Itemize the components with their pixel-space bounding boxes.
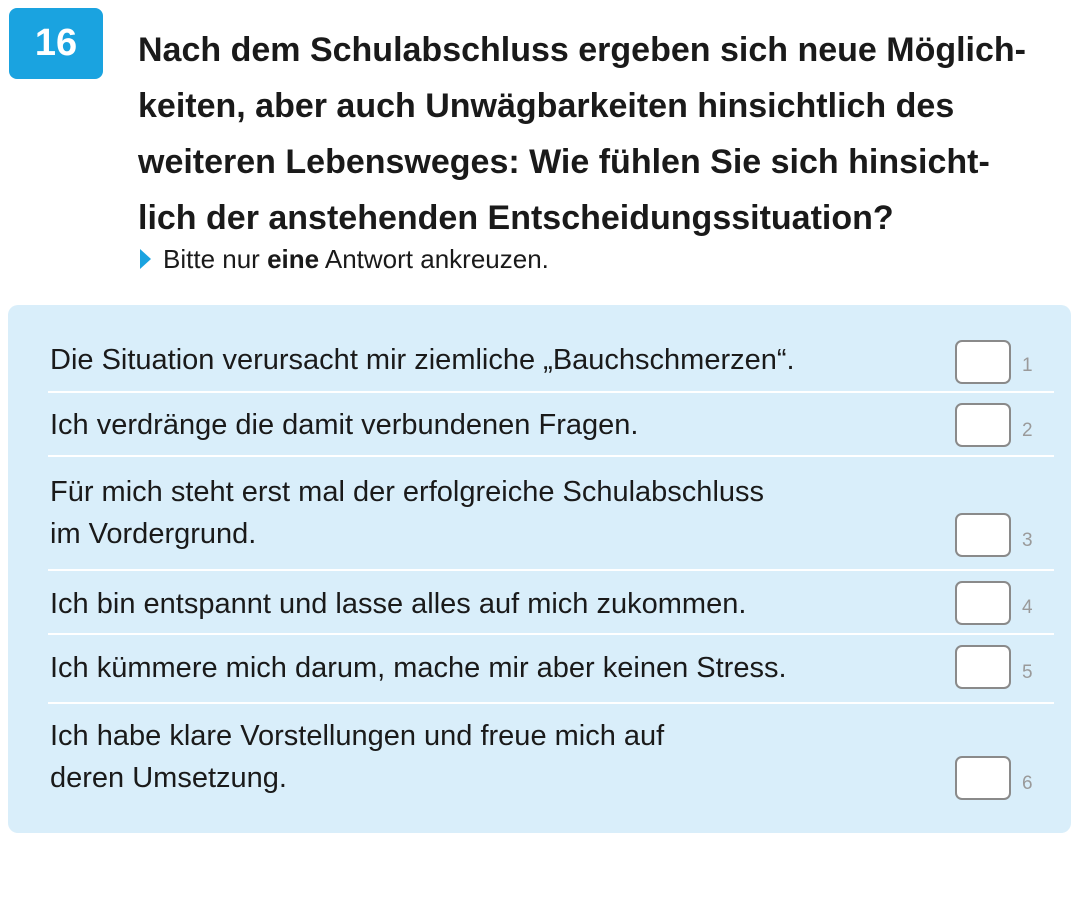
row-divider bbox=[48, 702, 1054, 704]
instruction-emphasis: eine bbox=[267, 243, 320, 274]
answer-label-line: Ich kümmere mich darum, mache mir aber k… bbox=[50, 652, 787, 684]
answer-label: Ich habe klare Vorstellungen und freue m… bbox=[50, 715, 664, 799]
question-number-badge: 16 bbox=[9, 8, 103, 79]
answer-checkbox-2[interactable] bbox=[955, 403, 1011, 447]
answer-code: 4 bbox=[1022, 597, 1033, 618]
answer-label-line: Ich habe klare Vorstellungen und freue m… bbox=[50, 720, 665, 752]
question-line: keiten, aber auch Unwägbarkeiten hinsich… bbox=[138, 87, 955, 125]
answer-code: 3 bbox=[1022, 530, 1033, 551]
answer-label: Die Situation verursacht mir ziemliche „… bbox=[50, 339, 795, 381]
answer-checkbox-1[interactable] bbox=[955, 340, 1011, 384]
answer-label-line: im Vordergrund. bbox=[50, 518, 257, 550]
answer-option-2: Ich verdränge die damit verbundenen Frag… bbox=[48, 402, 1054, 450]
row-divider bbox=[48, 569, 1054, 571]
answer-label: Ich kümmere mich darum, mache mir aber k… bbox=[50, 647, 787, 689]
answer-panel: Die Situation verursacht mir ziemliche „… bbox=[8, 305, 1071, 833]
row-divider bbox=[48, 391, 1054, 393]
answer-option-3: Für mich steht erst mal der erfolgreiche… bbox=[48, 471, 1054, 561]
instruction-suffix: Antwort ankreuzen. bbox=[319, 243, 549, 274]
answer-option-4: Ich bin entspannt und lasse alles auf mi… bbox=[48, 581, 1054, 629]
question-text: Nach dem Schulabschluss ergeben sich neu… bbox=[138, 22, 1068, 246]
answer-code: 5 bbox=[1022, 662, 1033, 683]
instruction-prefix: Bitte nur bbox=[163, 243, 268, 274]
triangle-right-icon bbox=[140, 249, 151, 269]
answer-code: 1 bbox=[1022, 355, 1033, 376]
answer-label-line: Für mich steht erst mal der erfolgreiche… bbox=[50, 476, 765, 508]
answer-code: 2 bbox=[1022, 420, 1033, 441]
question-line: weiteren Lebensweges: Wie fühlen Sie sic… bbox=[138, 143, 990, 181]
answer-option-6: Ich habe klare Vorstellungen und freue m… bbox=[48, 714, 1054, 804]
answer-checkbox-4[interactable] bbox=[955, 581, 1011, 625]
question-line: Nach dem Schulabschluss ergeben sich neu… bbox=[138, 31, 1027, 69]
answer-checkbox-3[interactable] bbox=[955, 513, 1011, 557]
answer-label-line: Die Situation verursacht mir ziemliche „… bbox=[50, 344, 795, 376]
answer-label: Ich verdränge die damit verbundenen Frag… bbox=[50, 404, 638, 446]
answer-option-5: Ich kümmere mich darum, mache mir aber k… bbox=[48, 645, 1054, 693]
answer-code: 6 bbox=[1022, 773, 1033, 794]
answer-label: Ich bin entspannt und lasse alles auf mi… bbox=[50, 583, 746, 625]
row-divider bbox=[48, 455, 1054, 457]
answer-option-1: Die Situation verursacht mir ziemliche „… bbox=[48, 337, 1054, 385]
answer-checkbox-6[interactable] bbox=[955, 756, 1011, 800]
answer-label-line: Ich bin entspannt und lasse alles auf mi… bbox=[50, 588, 747, 620]
row-divider bbox=[48, 633, 1054, 635]
answer-label-line: Ich verdränge die damit verbundenen Frag… bbox=[50, 409, 639, 441]
answer-checkbox-5[interactable] bbox=[955, 645, 1011, 689]
question-line: lich der anstehenden Entscheidungssituat… bbox=[138, 199, 894, 237]
answer-label: Für mich steht erst mal der erfolgreiche… bbox=[50, 471, 764, 555]
instruction: Bitte nur eine Antwort ankreuzen. bbox=[140, 242, 549, 276]
answer-label-line: deren Umsetzung. bbox=[50, 762, 287, 794]
